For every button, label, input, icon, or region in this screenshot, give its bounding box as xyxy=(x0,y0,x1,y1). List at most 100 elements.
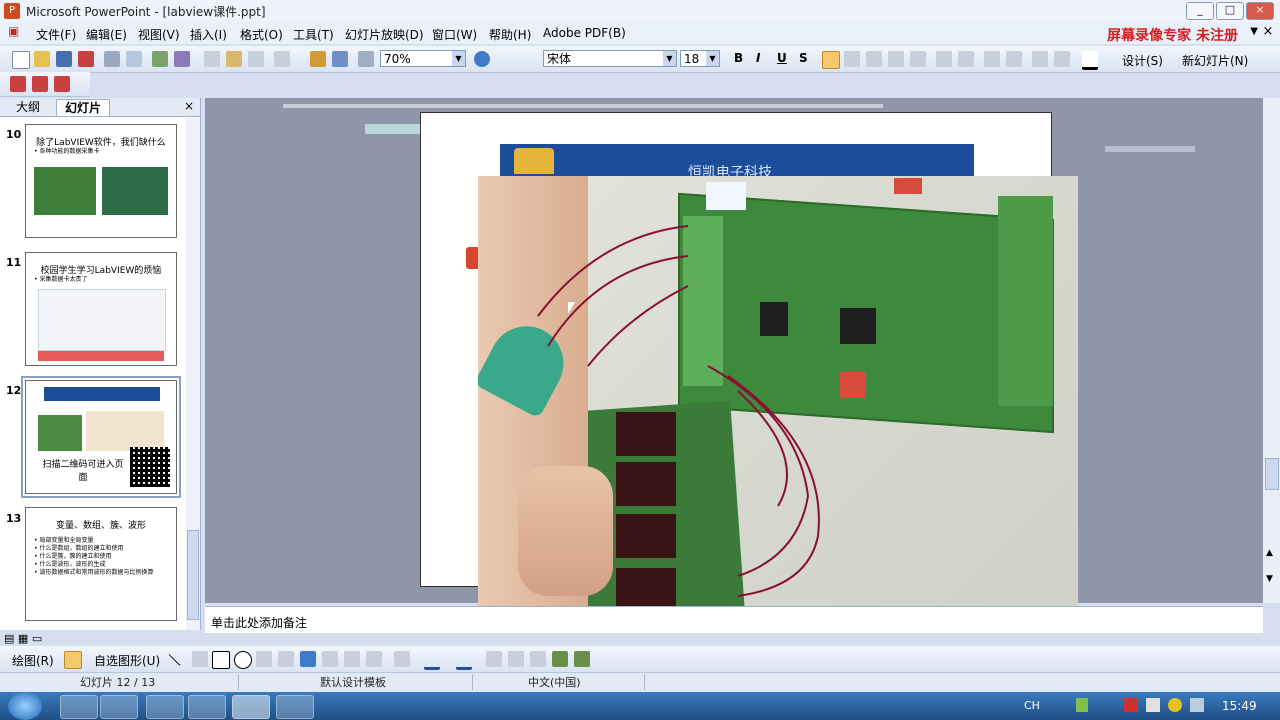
shadow-button[interactable]: S xyxy=(799,51,808,65)
pdf-icon[interactable] xyxy=(78,51,94,67)
design-button[interactable]: 设计(S) xyxy=(1122,52,1163,69)
zoom-select[interactable]: 70% ▼ xyxy=(380,50,466,67)
taskbar-app-folder[interactable] xyxy=(100,695,138,719)
close-document-icon[interactable]: × xyxy=(1260,24,1276,40)
line-color-icon[interactable] xyxy=(424,651,440,670)
minimize-button[interactable]: _ xyxy=(1186,2,1214,20)
arrow-icon[interactable] xyxy=(192,651,208,667)
font-color-icon[interactable] xyxy=(1082,51,1098,70)
slides-pane-scroll-thumb[interactable] xyxy=(187,530,199,620)
taskbar-app-recorder[interactable] xyxy=(188,695,226,719)
pdf-email-icon[interactable] xyxy=(32,76,48,92)
new-file-icon[interactable] xyxy=(12,51,30,69)
fill-color-icon[interactable] xyxy=(394,651,410,667)
slide-thumbnail-13[interactable]: 变量、数组、簇、波形 • 局部变量和全局变量 • 什么是数组，数组的建立和使用 … xyxy=(25,507,177,621)
diagram-icon[interactable] xyxy=(322,651,338,667)
save-icon[interactable] xyxy=(56,51,72,67)
shadow-style-icon[interactable] xyxy=(552,651,568,667)
menu-slideshow[interactable]: 幻灯片放映(D) xyxy=(345,26,424,43)
previous-slide-icon[interactable]: ▲ xyxy=(1266,548,1273,558)
align-center-icon[interactable] xyxy=(844,51,860,67)
picture-icon[interactable] xyxy=(366,651,382,667)
menu-window[interactable]: 窗口(W) xyxy=(432,26,477,43)
pdf-review-icon[interactable] xyxy=(54,76,70,92)
distribute-icon[interactable] xyxy=(910,51,926,67)
chart-icon[interactable] xyxy=(310,51,326,67)
3d-style-icon[interactable] xyxy=(574,651,590,667)
decrease-font-icon[interactable] xyxy=(1006,51,1022,67)
justify-icon[interactable] xyxy=(888,51,904,67)
autoshapes-menu-button[interactable]: 自选图形(U) xyxy=(94,652,160,669)
input-language-indicator[interactable]: CH xyxy=(1024,699,1040,712)
taskbar-app-powerpoint[interactable] xyxy=(232,695,270,719)
dash-style-icon[interactable] xyxy=(508,651,524,667)
maximize-button[interactable]: □ xyxy=(1216,2,1244,20)
slide-thumbnail-11[interactable]: 校园学生学习LabVIEW的烦恼 • 采集数据卡太贵了 xyxy=(25,252,177,366)
align-right-icon[interactable] xyxy=(866,51,882,67)
menu-help[interactable]: 帮助(H) xyxy=(489,26,531,43)
draw-menu-button[interactable]: 绘图(R) xyxy=(12,652,54,669)
print-preview-icon[interactable] xyxy=(126,51,142,67)
menu-view[interactable]: 视图(V) xyxy=(138,26,180,43)
pane-close-button[interactable]: × xyxy=(184,99,194,113)
bold-button[interactable]: B xyxy=(734,51,743,65)
close-button[interactable]: × xyxy=(1246,2,1274,20)
normal-view-icon[interactable]: ▤ xyxy=(4,632,14,645)
chevron-down-icon[interactable]: ▼ xyxy=(1250,26,1258,37)
textbox-icon[interactable] xyxy=(256,651,272,667)
line-style-icon[interactable] xyxy=(486,651,502,667)
taskbar-app-media[interactable] xyxy=(146,695,184,719)
select-pointer-icon[interactable] xyxy=(64,651,82,669)
clipart-icon[interactable] xyxy=(344,651,360,667)
menu-format[interactable]: 格式(O) xyxy=(240,26,283,43)
network-status-icon[interactable] xyxy=(1168,698,1182,712)
antivirus-icon[interactable] xyxy=(1124,698,1138,712)
slide-sorter-icon[interactable]: ▦ xyxy=(18,632,28,645)
next-slide-icon[interactable]: ▼ xyxy=(1266,574,1273,584)
table-icon[interactable] xyxy=(332,51,348,67)
decrease-indent-icon[interactable] xyxy=(1032,51,1048,67)
underline-button[interactable]: U xyxy=(777,51,787,65)
taskbar-app-explorer[interactable] xyxy=(60,695,98,719)
rectangle-icon[interactable] xyxy=(212,651,230,669)
vertical-textbox-icon[interactable] xyxy=(278,651,294,667)
paste-icon[interactable] xyxy=(226,51,242,67)
help-icon[interactable] xyxy=(474,51,490,67)
pdf-convert-icon[interactable] xyxy=(10,76,26,92)
usb-device-icon[interactable] xyxy=(1146,698,1160,712)
notes-pane[interactable] xyxy=(205,606,1263,633)
volume-icon[interactable] xyxy=(1190,698,1204,712)
format-painter-icon[interactable] xyxy=(248,51,264,67)
italic-button[interactable]: I xyxy=(756,51,760,65)
undo-icon[interactable] xyxy=(274,51,290,67)
notes-placeholder[interactable]: 单击此处添加备注 xyxy=(211,614,307,631)
font-color-icon[interactable] xyxy=(456,651,472,670)
tab-outline[interactable]: 大纲 xyxy=(8,99,49,115)
increase-font-icon[interactable] xyxy=(984,51,1000,67)
slide-thumbnail-10[interactable]: 除了LabVIEW软件，我们缺什么 • 各种功能的数据采集卡 xyxy=(25,124,177,238)
bullets-icon[interactable] xyxy=(958,51,974,67)
cut-icon[interactable] xyxy=(204,51,220,67)
numbering-icon[interactable] xyxy=(936,51,952,67)
oval-icon[interactable] xyxy=(234,651,252,669)
font-size-select[interactable]: 18 ▼ xyxy=(680,50,720,67)
menu-tools[interactable]: 工具(T) xyxy=(293,26,334,43)
taskbar-app-pdf[interactable] xyxy=(276,695,314,719)
system-clock[interactable]: 15:49 xyxy=(1222,699,1257,713)
align-left-icon[interactable] xyxy=(822,51,840,69)
battery-icon[interactable] xyxy=(1076,698,1088,712)
scroll-thumb[interactable] xyxy=(1265,458,1279,490)
menu-file[interactable]: 文件(F) xyxy=(36,26,76,43)
slideshow-icon[interactable]: ▭ xyxy=(32,632,42,645)
print-icon[interactable] xyxy=(104,51,120,67)
open-folder-icon[interactable] xyxy=(34,51,50,67)
vertical-scrollbar[interactable]: ▲ ▼ xyxy=(1263,98,1280,603)
slide-thumbnail-12[interactable]: 扫描二维码可进入页面 xyxy=(21,376,181,498)
arrow-style-icon[interactable] xyxy=(530,651,546,667)
start-button[interactable] xyxy=(8,692,42,720)
document-icon[interactable]: ▣ xyxy=(8,24,26,42)
menu-edit[interactable]: 编辑(E) xyxy=(86,26,127,43)
grid-icon[interactable] xyxy=(358,51,374,67)
menu-insert[interactable]: 插入(I) xyxy=(190,26,227,43)
powerpoint-app-icon[interactable]: P xyxy=(4,3,20,19)
